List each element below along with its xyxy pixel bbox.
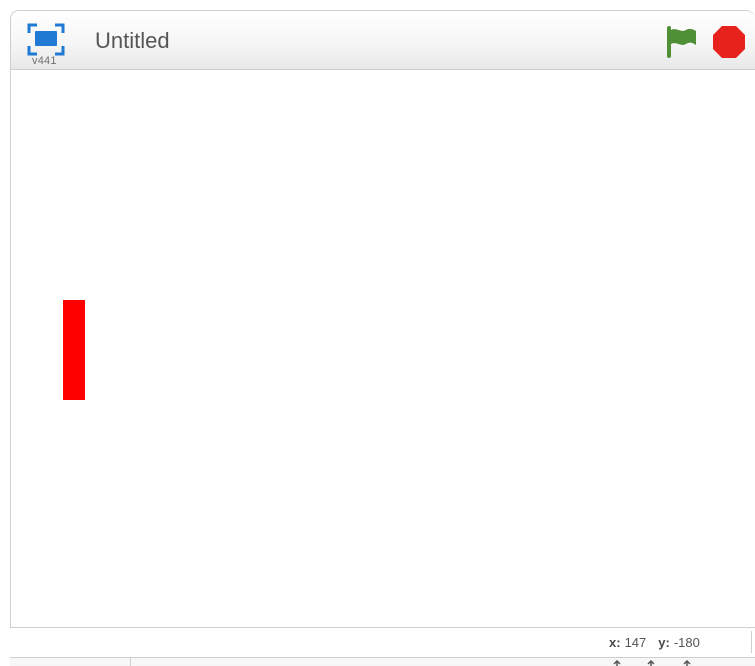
stage-titlebar: v441 Untitled	[11, 11, 755, 70]
readout-divider	[751, 631, 752, 653]
x-coordinate-value: 147	[624, 635, 647, 650]
fullscreen-icon	[27, 23, 65, 56]
stop-button[interactable]	[712, 25, 746, 59]
stage-frame: v441 Untitled	[10, 10, 755, 628]
x-coordinate-label: x:	[609, 635, 621, 650]
mouse-coordinate-readout: x: 147 y: -180	[609, 634, 749, 652]
green-flag-icon	[667, 26, 696, 58]
stage-canvas[interactable]	[11, 70, 755, 627]
scratch-editor: v441 Untitled x: 147 y: -180	[0, 0, 755, 666]
sprite-panel-divider	[130, 657, 131, 666]
y-coordinate-value: -180	[673, 635, 700, 650]
project-title[interactable]: Untitled	[95, 27, 455, 55]
version-label: v441	[32, 55, 57, 67]
stop-sign-icon	[713, 26, 745, 58]
y-coordinate-label: y:	[658, 635, 670, 650]
sprite-tool-icons	[613, 660, 691, 666]
fullscreen-button[interactable]	[27, 23, 65, 56]
green-flag-button[interactable]	[664, 25, 699, 59]
red-paddle-sprite[interactable]	[63, 300, 85, 400]
